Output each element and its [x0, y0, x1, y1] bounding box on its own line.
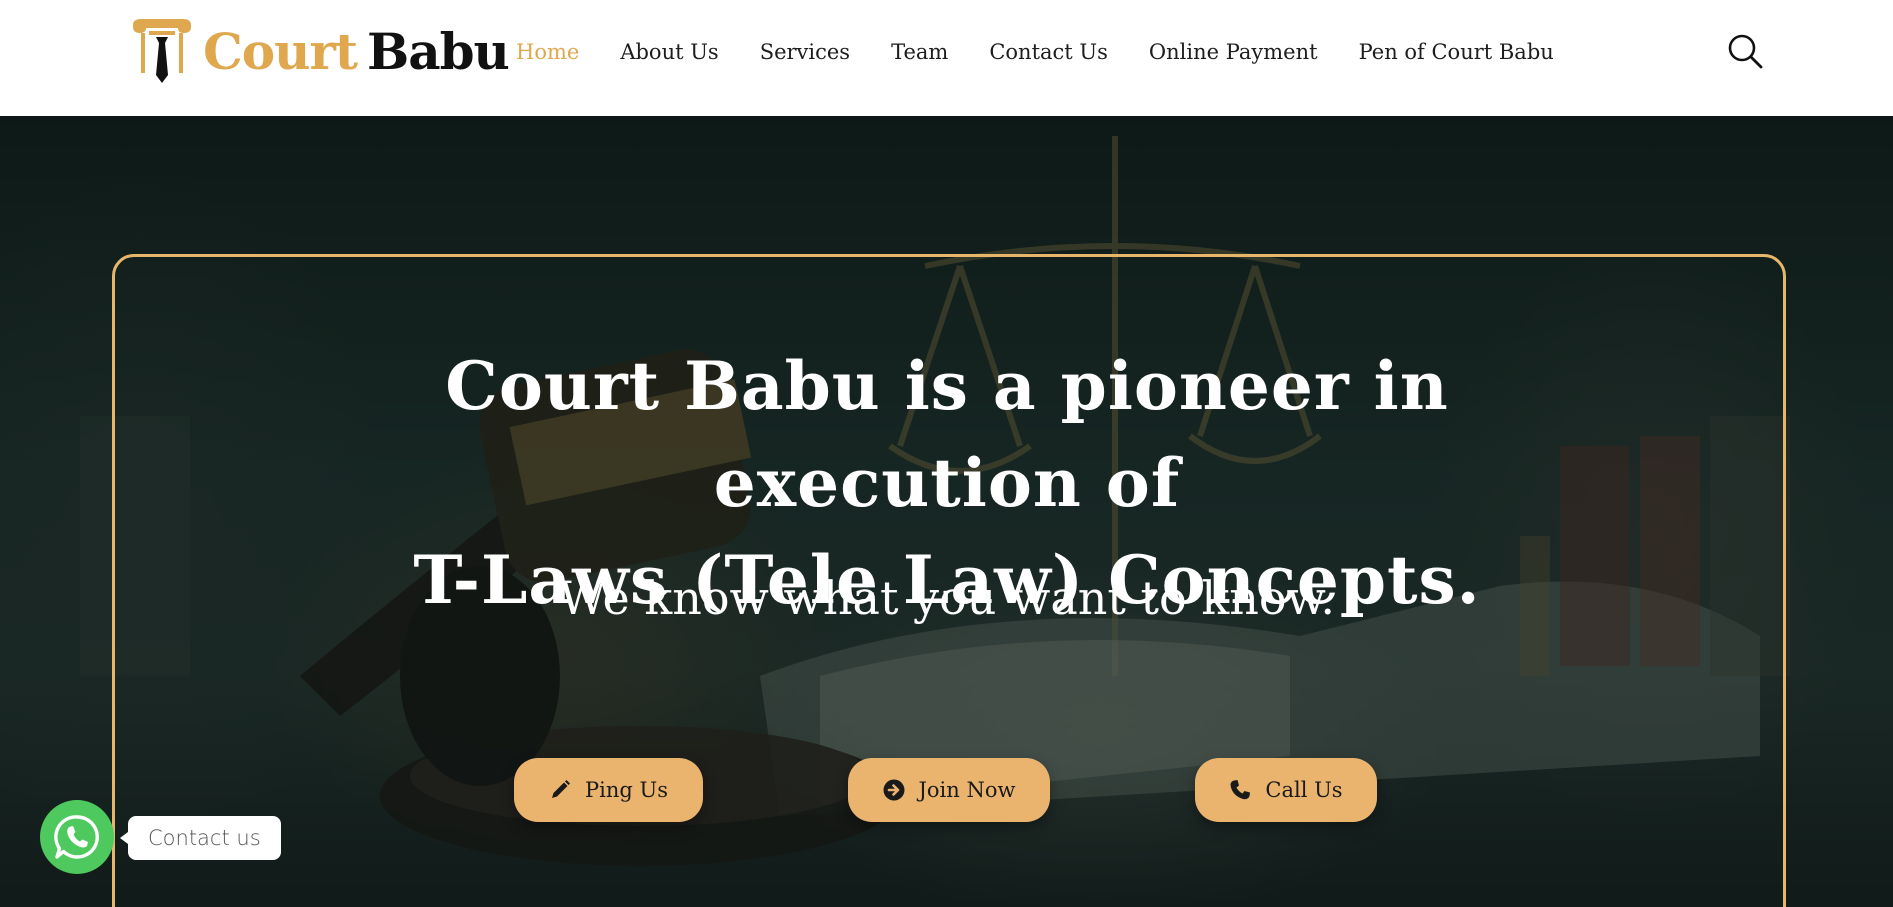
nav-pen-of-court-babu[interactable]: Pen of Court Babu [1359, 40, 1554, 64]
ping-us-button[interactable]: Ping Us [514, 758, 703, 822]
pillar-tie-icon [133, 19, 191, 83]
ping-us-label: Ping Us [585, 778, 668, 802]
logo-word-babu: Babu [366, 22, 510, 81]
site-logo[interactable]: Court Babu [131, 18, 510, 86]
call-us-button[interactable]: Call Us [1195, 758, 1377, 822]
whatsapp-contact-label[interactable]: Contact us [120, 816, 281, 860]
search-icon [1728, 34, 1763, 69]
arrow-circle-right-icon [883, 779, 904, 801]
pencil-icon [552, 780, 571, 798]
hero-tagline: We know what you want to know. [558, 571, 1336, 625]
join-now-button[interactable]: Join Now [848, 758, 1050, 822]
search-button[interactable] [1727, 33, 1763, 69]
main-nav: Home About Us Services Team Contact Us O… [516, 40, 1595, 64]
hero-section: Court Babu is a pioneer in execution of … [0, 116, 1893, 907]
nav-online-payment[interactable]: Online Payment [1149, 40, 1318, 64]
join-now-label: Join Now [918, 778, 1016, 802]
nav-team[interactable]: Team [891, 40, 948, 64]
call-us-label: Call Us [1265, 778, 1343, 802]
whatsapp-button[interactable] [40, 800, 114, 874]
nav-home[interactable]: Home [516, 40, 579, 64]
logo-word-court: Court [203, 22, 358, 81]
hero-headline-line1: Court Babu is a pioneer in execution of [445, 347, 1449, 522]
site-header: Court Babu Home About Us Services Team Co… [0, 0, 1893, 116]
phone-icon [1230, 780, 1251, 800]
nav-about-us[interactable]: About Us [620, 40, 718, 64]
nav-services[interactable]: Services [760, 40, 850, 64]
whatsapp-icon [54, 815, 99, 859]
nav-contact-us[interactable]: Contact Us [989, 40, 1108, 64]
